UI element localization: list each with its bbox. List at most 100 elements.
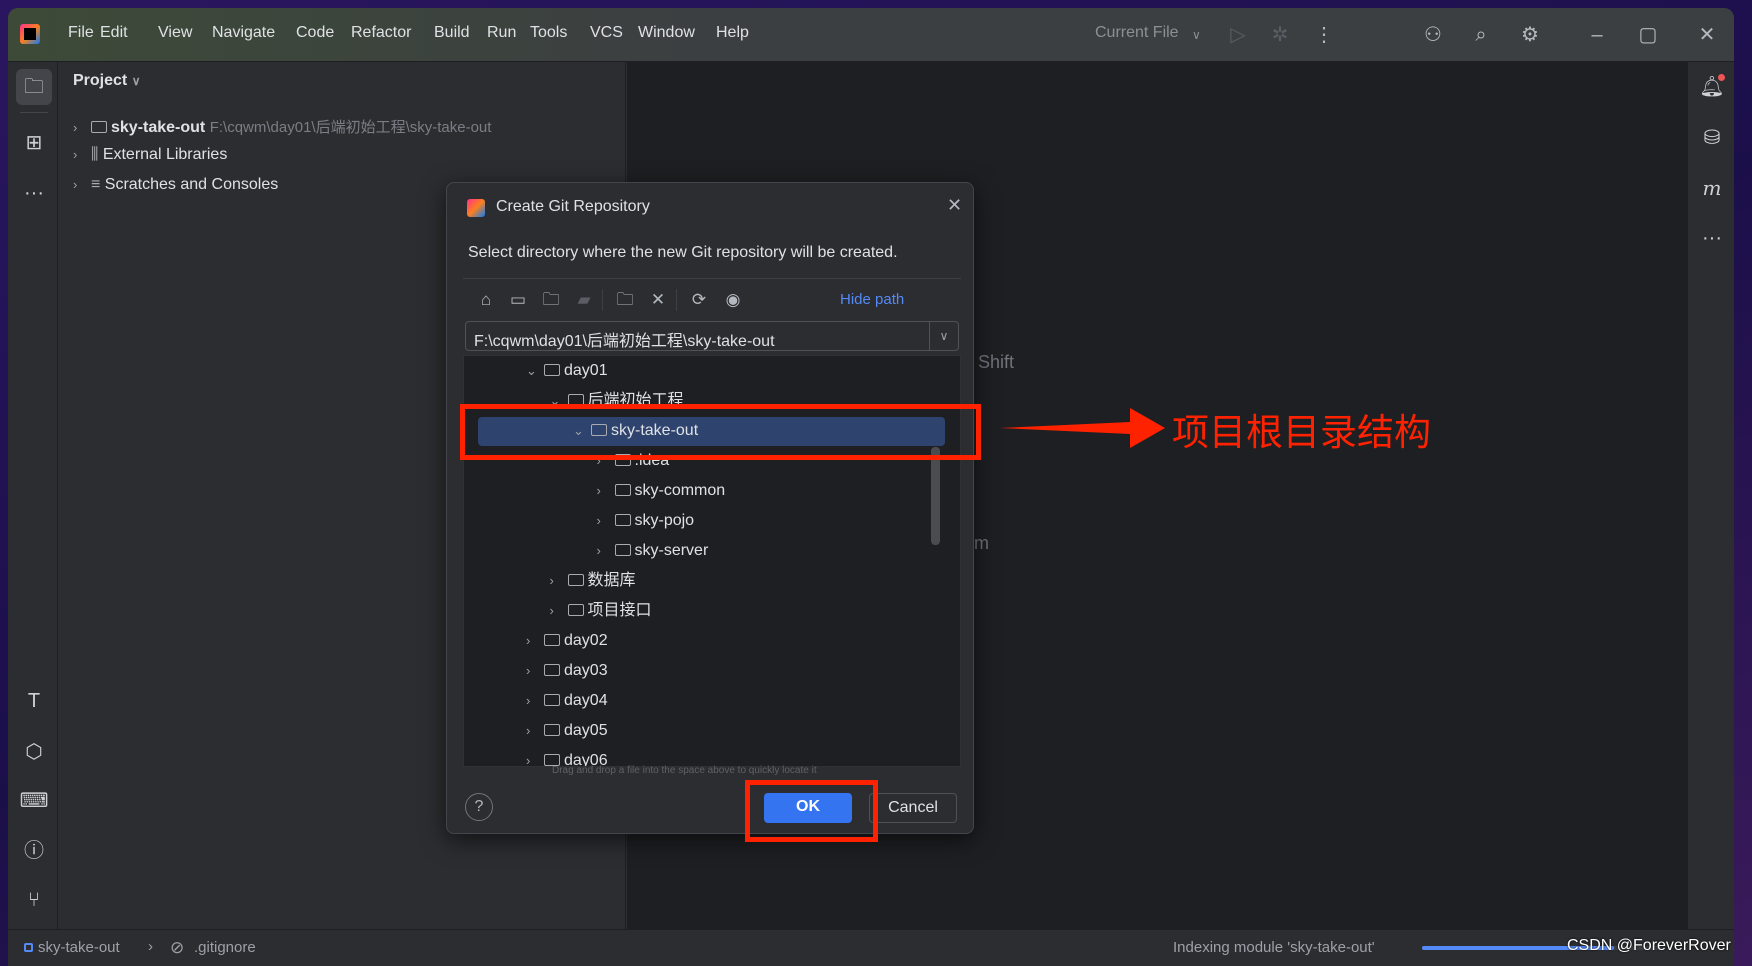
path-input[interactable]: F:\cqwm\day01\后端初始工程\sky-take-out ∨ [465,321,959,351]
project-panel-title[interactable]: Project ∨ [73,72,141,90]
run-icon[interactable]: ▷ [1225,22,1251,48]
chevron-right-icon: › [73,120,78,135]
folder-icon [544,664,560,676]
run-services-icon[interactable]: ⬡ [16,734,52,770]
watermark: CSDN @ForeverRover [1567,937,1731,954]
new-folder-icon[interactable]: 🗀 [612,287,638,313]
home-icon[interactable]: ⌂ [473,287,499,313]
menu-code[interactable]: Code [296,24,334,42]
project-title-label: Project [73,72,128,89]
more-horizontal-icon[interactable]: ··· [1696,222,1728,254]
tree-row[interactable]: › day03 [464,656,960,686]
folder-icon [614,514,631,526]
chevron-right-icon[interactable]: › [597,476,615,506]
chevron-right-icon[interactable]: › [526,686,544,716]
menu-window[interactable]: Window [638,24,695,42]
folder-icon [544,724,560,736]
menu-run[interactable]: Run [487,24,516,42]
breadcrumb-file[interactable]: .gitignore [194,939,256,956]
tree-row[interactable]: › 数据库 [464,566,960,596]
maximize-icon[interactable]: ▢ [1635,22,1661,48]
tree-row-label: day04 [564,692,608,709]
chevron-right-icon[interactable]: › [550,596,568,626]
tree-row[interactable]: › day02 [464,626,960,656]
menu-edit[interactable]: Edit [100,24,128,42]
chevron-down-icon[interactable]: ⌄ [526,356,544,386]
problems-icon[interactable]: ⓘ [16,833,52,869]
tree-row-label: day05 [564,722,608,739]
tree-row[interactable]: › day06 [464,746,960,766]
tree-row[interactable]: › day05 [464,716,960,746]
terminal-icon[interactable]: ⌨ [16,783,52,819]
search-icon[interactable]: ⌕ [1468,22,1494,48]
scratches-icon: ≡ [91,176,105,193]
folder-icon [614,484,631,496]
refresh-icon[interactable]: ⟳ [686,287,712,313]
more-horizontal-icon[interactable]: ··· [16,175,52,211]
cancel-button[interactable]: Cancel [869,793,957,823]
maven-icon[interactable]: m [1696,172,1728,204]
tree-item-label: Scratches and Consoles [104,176,279,193]
run-config-dropdown[interactable]: Current File [1095,24,1179,42]
folder-icon [544,634,560,646]
project-folder-icon[interactable]: 🗀 [538,287,564,313]
annotation-arrow [1000,408,1165,448]
close-icon[interactable]: ✕ [947,195,962,216]
tree-item-external-libraries[interactable]: › ⫼ External Libraries [73,146,227,164]
menu-build[interactable]: Build [434,24,470,42]
folder-icon [544,694,560,706]
chevron-right-icon[interactable]: › [597,506,615,536]
show-hidden-icon[interactable]: ◉ [720,287,746,313]
menu-view[interactable]: View [158,24,192,42]
tree-row[interactable]: ⌄ day01 [464,356,960,386]
structure-icon[interactable]: ⊞ [16,125,52,161]
git-branch-icon[interactable]: ⑂ [16,882,52,918]
build-hammer-icon[interactable]: T [16,683,52,719]
tree-item-project-root[interactable]: › sky-take-out F:\cqwm\day01\后端初始工程\sky-t… [73,116,491,137]
tree-row[interactable]: › day04 [464,686,960,716]
more-vertical-icon[interactable]: ⋮ [1311,22,1337,48]
tree-item-path: F:\cqwm\day01\后端初始工程\sky-take-out [209,119,492,136]
menu-tools[interactable]: Tools [530,24,567,42]
chevron-right-icon[interactable]: › [526,716,544,746]
menu-refactor[interactable]: Refactor [351,24,411,42]
menu-navigate[interactable]: Navigate [212,24,275,42]
tree-row[interactable]: › sky-pojo [464,506,960,536]
tree-scrollbar[interactable] [931,447,940,545]
create-git-repository-dialog: Create Git Repository ✕ Select directory… [446,182,974,834]
chevron-right-icon: › [148,938,153,955]
close-window-icon[interactable]: ✕ [1694,22,1720,48]
tree-row-label: day01 [564,362,608,379]
chevron-right-icon[interactable]: › [526,656,544,686]
tree-row[interactable]: › 项目接口 [464,596,960,626]
debug-icon[interactable]: ✲ [1267,22,1293,48]
arrow-shape [1000,408,1165,448]
add-user-icon[interactable]: ⚇ [1420,22,1446,48]
chevron-right-icon[interactable]: › [526,746,544,766]
delete-icon[interactable]: ✕ [645,287,671,313]
chevron-right-icon[interactable]: › [550,566,568,596]
app-logo-icon [467,199,485,217]
project-folder-icon[interactable]: 🗀 [16,69,52,105]
menu-vcs[interactable]: VCS [590,24,623,42]
database-icon[interactable]: ⛁ [1696,122,1728,154]
breadcrumb-project[interactable]: sky-take-out [38,939,120,956]
hide-path-link[interactable]: Hide path [840,291,904,308]
tree-row[interactable]: › sky-server [464,536,960,566]
path-dropdown-chevron-icon[interactable]: ∨ [929,322,958,350]
chevron-right-icon: › [73,177,78,192]
tree-item-scratches[interactable]: › ≡ Scratches and Consoles [73,176,278,194]
tree-row-label: 数据库 [587,572,636,589]
notifications-bell-icon[interactable]: 🔔︎ [1696,71,1728,103]
menu-file[interactable]: File [68,24,94,42]
desktop-icon[interactable]: ▭ [505,287,531,313]
help-button[interactable]: ? [465,793,493,821]
tree-row[interactable]: › sky-common [464,476,960,506]
chevron-right-icon[interactable]: › [597,536,615,566]
divider [20,112,48,113]
gear-icon[interactable]: ⚙ [1517,22,1543,48]
menu-help[interactable]: Help [716,24,749,42]
minimize-icon[interactable]: – [1584,22,1610,48]
left-tool-strip: 🗀 ⊞ ··· T ⬡ ⌨ ⓘ ⑂ [8,62,58,929]
chevron-right-icon[interactable]: › [526,626,544,656]
